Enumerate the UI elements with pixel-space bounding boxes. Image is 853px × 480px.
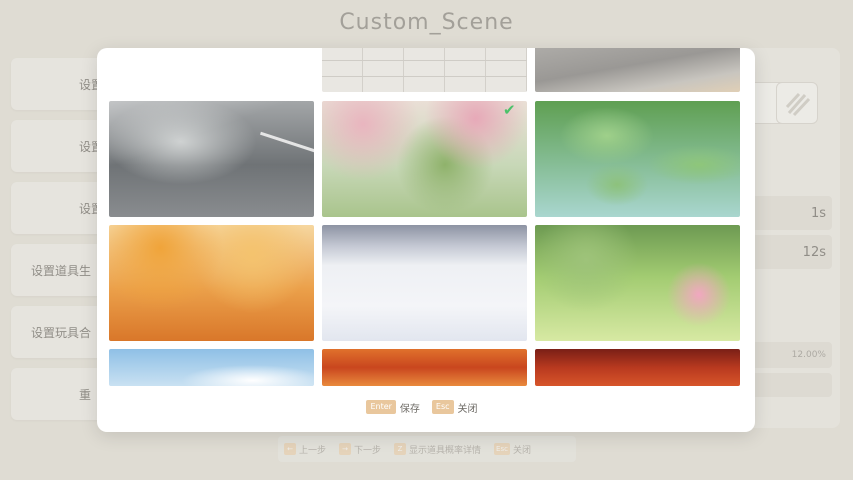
scene-tile-flower-meadow[interactable]	[535, 225, 740, 341]
scene-tile-lava-landscape[interactable]	[535, 349, 740, 386]
enter-key-badge: Enter	[366, 400, 396, 414]
scene-tile-cherry-blossom-garden[interactable]: ✔	[322, 101, 527, 217]
scene-tile-red-autumn-leaves[interactable]	[322, 349, 527, 386]
close-button[interactable]: 关闭	[458, 400, 478, 415]
scene-tile-snowy-field[interactable]	[322, 225, 527, 341]
scene-grid: ✔	[97, 48, 755, 386]
modal-footer: Enter 保存 Esc 关闭	[97, 398, 755, 416]
save-button[interactable]: 保存	[400, 400, 420, 415]
scene-tile-blue-sky-clouds[interactable]	[109, 349, 314, 386]
esc-key-badge: Esc	[431, 400, 454, 414]
scene-tile-autumn-forest[interactable]	[109, 225, 314, 341]
scene-tile-blank[interactable]	[109, 48, 314, 92]
scene-tile-rainy-street[interactable]	[109, 101, 314, 217]
scene-tile-white-brick-wall[interactable]	[322, 48, 527, 92]
selected-check-icon: ✔	[503, 101, 516, 119]
scene-tile-grey-pavement[interactable]	[535, 48, 740, 92]
scene-tile-lotus-pond[interactable]	[535, 101, 740, 217]
scene-picker-modal: ✔ Enter 保存 Esc 关闭	[97, 48, 755, 432]
road-marking	[260, 131, 314, 154]
